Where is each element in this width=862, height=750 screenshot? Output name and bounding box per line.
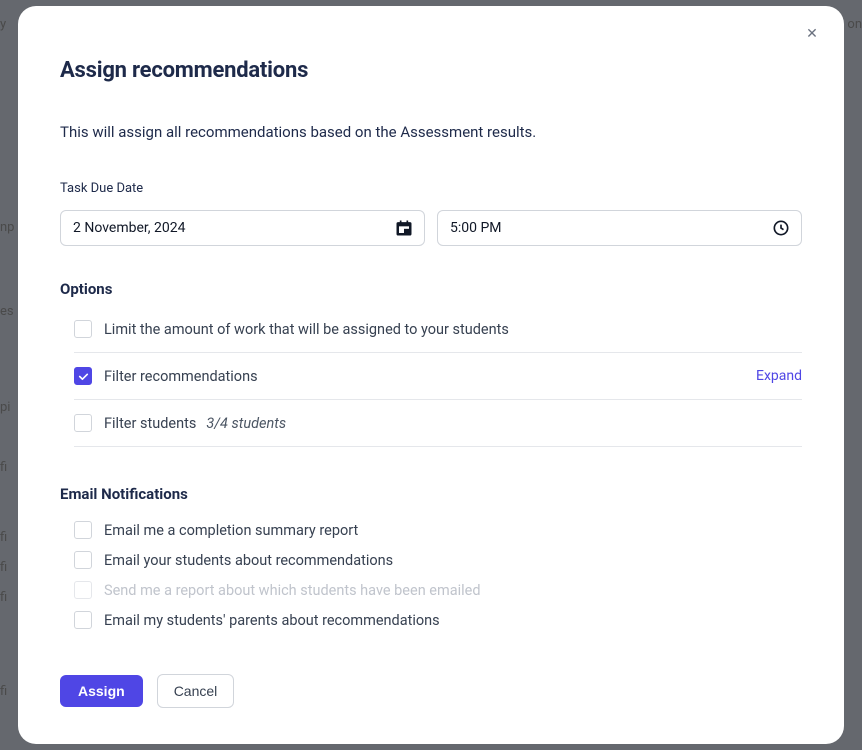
clock-icon	[771, 218, 791, 238]
modal-description: This will assign all recommendations bas…	[60, 123, 802, 141]
filter-students-label: Filter students	[104, 415, 196, 432]
notif-report-emailed: Send me a report about which students ha…	[74, 575, 802, 605]
close-icon: ✕	[806, 26, 818, 42]
email-students-checkbox[interactable]	[74, 551, 92, 569]
filter-recommendations-checkbox[interactable]	[74, 367, 92, 385]
email-students-label: Email your students about recommendation…	[104, 552, 393, 569]
filter-students-sub: 3/4 students	[206, 415, 286, 432]
option-filter-students: Filter students 3/4 students	[74, 400, 802, 447]
assign-recommendations-modal: ✕ Assign recommendations This will assig…	[18, 6, 844, 744]
check-icon	[77, 370, 90, 383]
due-date-label: Task Due Date	[60, 181, 802, 196]
options-heading: Options	[60, 280, 802, 298]
due-time-input[interactable]: 5:00 PM	[437, 210, 802, 246]
due-time-value: 5:00 PM	[450, 220, 502, 236]
due-date-row: 2 November, 2024 5:00 PM	[60, 210, 802, 246]
filter-recommendations-label: Filter recommendations	[104, 368, 258, 385]
limit-work-label: Limit the amount of work that will be as…	[104, 321, 509, 338]
email-parents-checkbox[interactable]	[74, 611, 92, 629]
email-me-label: Email me a completion summary report	[104, 522, 358, 539]
close-button[interactable]: ✕	[802, 24, 822, 44]
notifications-heading: Email Notifications	[60, 485, 802, 503]
due-date-value: 2 November, 2024	[73, 220, 186, 236]
email-parents-label: Email my students' parents about recomme…	[104, 612, 440, 629]
cancel-button[interactable]: Cancel	[157, 674, 235, 708]
notifications-block: Email me a completion summary report Ema…	[60, 515, 802, 635]
report-emailed-checkbox	[74, 581, 92, 599]
notif-email-students: Email your students about recommendation…	[74, 545, 802, 575]
due-date-input[interactable]: 2 November, 2024	[60, 210, 425, 246]
notif-email-me: Email me a completion summary report	[74, 515, 802, 545]
expand-link[interactable]: Expand	[756, 368, 802, 384]
option-filter-recommendations: Filter recommendations Expand	[74, 353, 802, 400]
notif-email-parents: Email my students' parents about recomme…	[74, 605, 802, 635]
options-block: Limit the amount of work that will be as…	[60, 306, 802, 447]
limit-work-checkbox[interactable]	[74, 320, 92, 338]
email-me-checkbox[interactable]	[74, 521, 92, 539]
modal-footer: Assign Cancel	[60, 674, 234, 708]
modal-title: Assign recommendations	[60, 58, 802, 83]
report-emailed-label: Send me a report about which students ha…	[104, 582, 481, 599]
calendar-icon	[394, 218, 414, 238]
filter-students-checkbox[interactable]	[74, 414, 92, 432]
option-limit-work: Limit the amount of work that will be as…	[74, 306, 802, 353]
assign-button[interactable]: Assign	[60, 675, 143, 707]
